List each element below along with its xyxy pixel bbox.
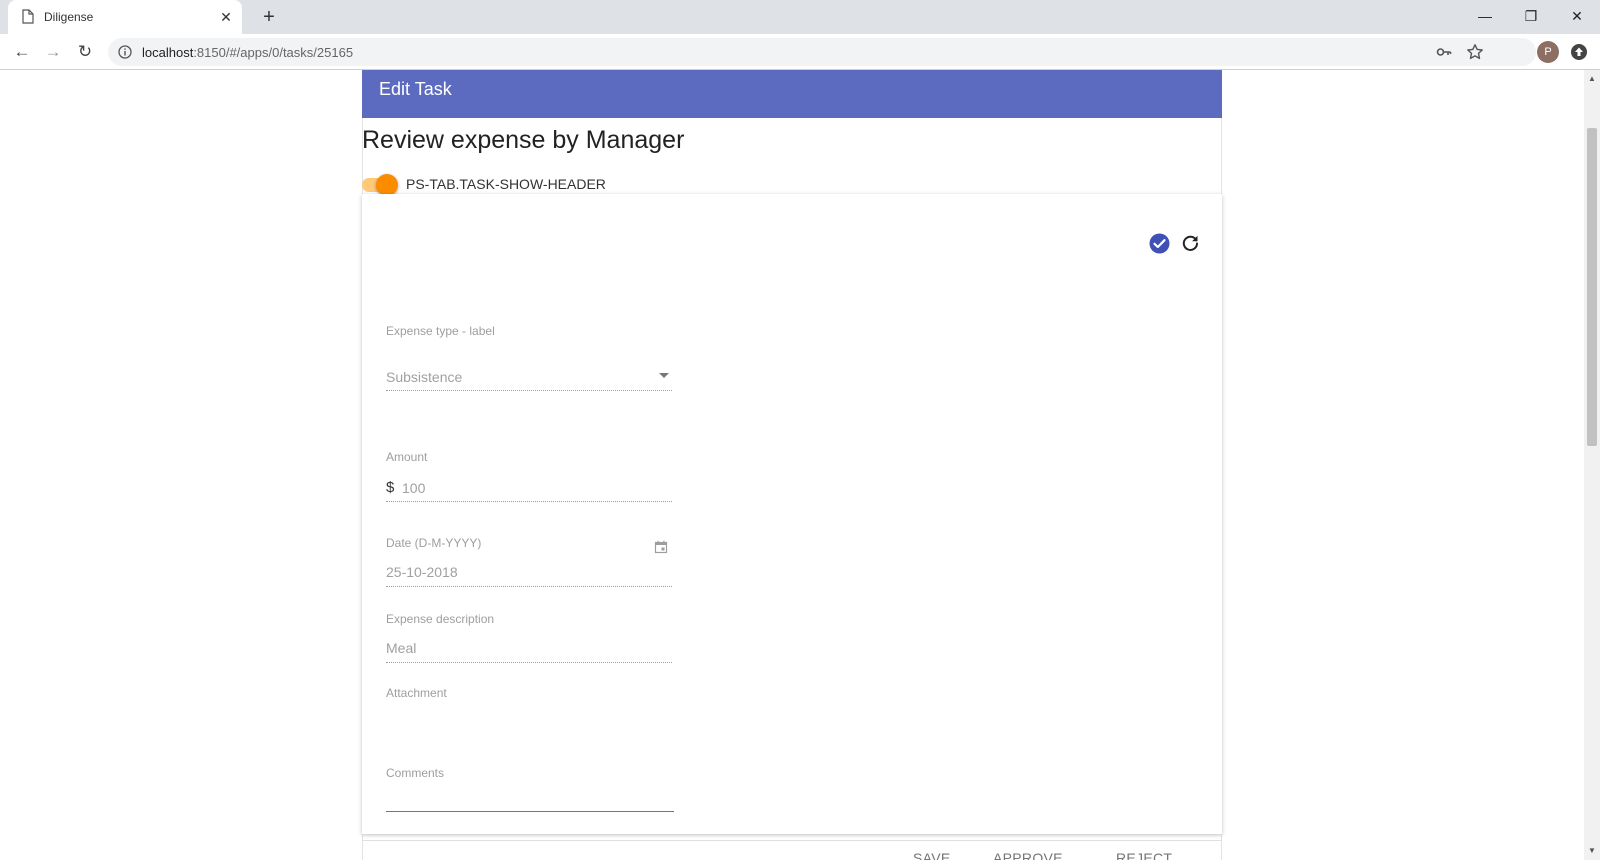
amount-underline	[386, 501, 672, 502]
attachment-label: Attachment	[386, 686, 447, 700]
date-field[interactable]: 25-10-2018	[386, 564, 458, 580]
chevron-down-icon[interactable]	[659, 373, 669, 378]
window-minimize-button[interactable]: —	[1462, 2, 1508, 30]
extension-upload-icon[interactable]	[1570, 43, 1588, 61]
expense-description-underline	[386, 662, 672, 663]
page-title: Edit Task	[379, 79, 452, 99]
check-circle-icon[interactable]	[1149, 233, 1170, 254]
back-button[interactable]: ←	[10, 40, 34, 64]
task-name: Review expense by Manager	[362, 126, 685, 154]
refresh-icon[interactable]	[1180, 233, 1201, 254]
profile-avatar[interactable]: P	[1537, 41, 1559, 63]
url-text[interactable]: localhost:8150/#/apps/0/tasks/25165	[142, 45, 353, 60]
expense-description-label: Expense description	[386, 612, 495, 626]
amount-field[interactable]: 100	[402, 480, 425, 496]
page-scrollbar[interactable]: ▲ ▼	[1584, 70, 1600, 860]
window-restore-button[interactable]: ❐	[1508, 2, 1554, 30]
scroll-down-arrow-icon[interactable]: ▼	[1584, 844, 1600, 858]
amount-label: Amount	[386, 450, 428, 464]
tab-title: Diligense	[44, 10, 94, 24]
show-header-toggle[interactable]	[362, 174, 398, 196]
url-host: localhost	[142, 45, 194, 60]
comments-label: Comments	[386, 766, 445, 780]
new-tab-button[interactable]: +	[258, 6, 280, 28]
reload-button[interactable]: ↻	[73, 40, 97, 64]
date-underline	[386, 586, 672, 587]
expense-type-underline	[386, 390, 672, 391]
key-icon[interactable]	[1436, 44, 1452, 60]
window-close-button[interactable]: ✕	[1554, 2, 1600, 30]
browser-tab-strip: Diligense ✕ + — ❐ ✕	[0, 0, 1600, 34]
expense-type-select[interactable]: Subsistence	[386, 369, 462, 385]
address-bar[interactable]: localhost:8150/#/apps/0/tasks/25165	[108, 38, 1536, 66]
forward-button[interactable]: →	[41, 40, 65, 64]
tab-close-icon[interactable]: ✕	[218, 9, 234, 25]
scroll-up-arrow-icon[interactable]: ▲	[1584, 72, 1600, 86]
calendar-icon[interactable]	[654, 540, 668, 554]
next-card-edge	[362, 840, 1222, 860]
bookmark-star-icon[interactable]	[1466, 43, 1484, 61]
url-path: :8150/#/apps/0/tasks/25165	[193, 45, 354, 60]
edit-task-header: Edit Task	[362, 70, 1222, 118]
info-icon[interactable]	[118, 45, 132, 59]
task-form-card: Expense type - label Subsistence Amount …	[362, 194, 1222, 860]
toggle-label: PS-TAB.TASK-SHOW-HEADER	[406, 176, 606, 192]
expense-type-label: Expense type - label	[386, 324, 495, 338]
currency-symbol: $	[386, 479, 395, 496]
document-icon	[22, 9, 34, 24]
comments-input[interactable]	[386, 811, 674, 812]
browser-tab[interactable]: Diligense ✕	[8, 0, 242, 34]
page-viewport: Edit Task Review expense by Manager PS-T…	[0, 70, 1584, 860]
toggle-thumb[interactable]	[376, 174, 398, 196]
expense-description-field[interactable]: Meal	[386, 640, 416, 656]
scrollbar-thumb[interactable]	[1587, 128, 1597, 446]
date-label: Date (D-M-YYYY)	[386, 536, 482, 550]
browser-toolbar: ← → ↻ localhost:8150/#/apps/0/tasks/2516…	[0, 34, 1600, 70]
